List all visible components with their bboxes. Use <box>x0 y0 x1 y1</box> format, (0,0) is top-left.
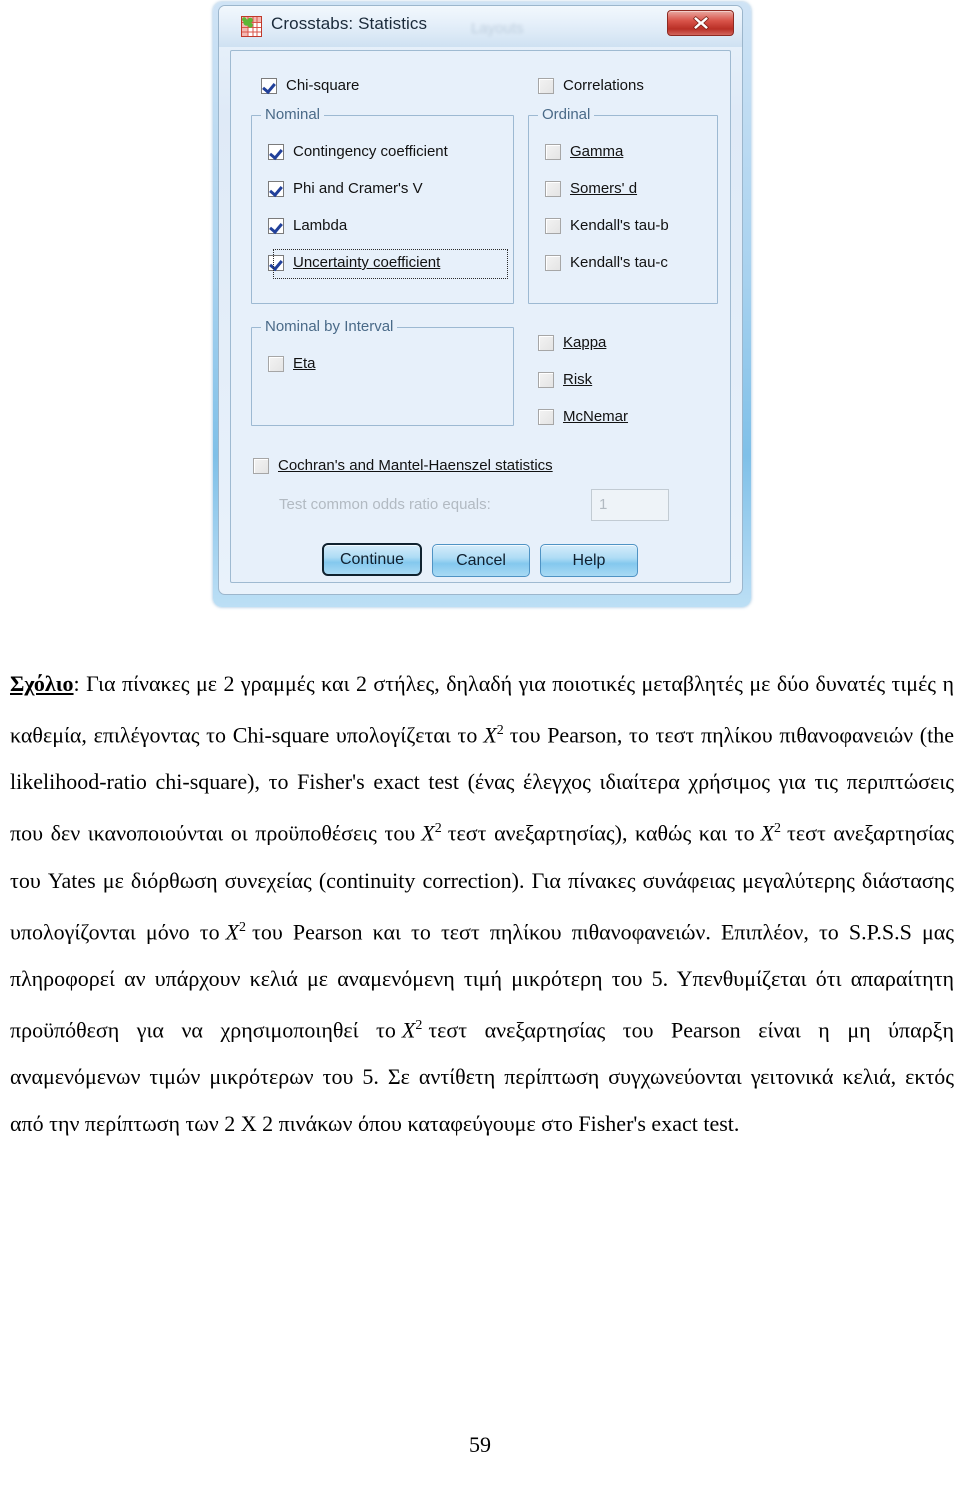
checkbox-box-unchecked <box>253 458 269 475</box>
checkbox-box-unchecked <box>538 335 554 352</box>
page-number: 59 <box>469 1432 491 1457</box>
math-exponent-5: 2 <box>415 1017 423 1033</box>
checkbox-box-unchecked <box>538 78 554 95</box>
checkbox-correlations[interactable]: Correlations <box>538 77 644 95</box>
group-ordinal-title: Ordinal <box>538 106 595 123</box>
dialog-title: Crosstabs: Statistics <box>271 14 428 33</box>
checkbox-lambda[interactable]: Lambda <box>268 217 348 235</box>
cancel-button[interactable]: Cancel <box>432 544 530 577</box>
dialog-title-ghost-artifact: Layouts <box>471 20 524 37</box>
dialog-body: Chi-square Correlations Nominal Continge… <box>230 50 731 583</box>
checkbox-label: Eta <box>293 355 316 373</box>
checkbox-label: McNemar <box>563 408 629 426</box>
checkbox-box-unchecked <box>545 181 561 198</box>
checkbox-box-checked <box>268 218 284 235</box>
group-nominal: Nominal Contingency coefficient Phi and … <box>251 106 514 304</box>
checkbox-label: Uncertainty coefficient <box>293 254 441 272</box>
checkbox-label: Cochran's and Mantel-Haenszel statistics <box>278 457 553 475</box>
paragraph-label: Σχόλιο <box>10 671 74 696</box>
checkbox-box-checked <box>268 181 284 198</box>
checkbox-label: Contingency coefficient <box>293 143 448 161</box>
checkbox-box-unchecked <box>545 144 561 161</box>
checkbox-box-unchecked <box>545 255 561 272</box>
checkbox-label: Risk <box>563 371 593 389</box>
checkbox-uncertainty-coefficient[interactable]: Uncertainty coefficient <box>268 254 441 272</box>
math-variable-4: X <box>225 918 240 944</box>
checkbox-box-checked <box>268 144 284 161</box>
checkbox-box-checked <box>268 255 284 272</box>
math-exponent-3: 2 <box>774 821 782 837</box>
checkbox-box-unchecked <box>545 218 561 235</box>
checkbox-phi-and-cramers-v[interactable]: Phi and Cramer's V <box>268 180 423 198</box>
paragraph-commentary: Σχόλιο: Για πίνακες με 2 γραμμές και 2 σ… <box>10 660 954 1147</box>
continue-button[interactable]: Continue <box>322 543 422 576</box>
math-variable-5: X <box>401 1017 416 1043</box>
checkbox-gamma[interactable]: Gamma <box>545 143 624 161</box>
checkbox-label: Chi-square <box>286 77 360 95</box>
dialog-frame: Crosstabs: Statistics Layouts Chi-square… <box>218 5 743 595</box>
checkbox-box-checked <box>261 78 277 95</box>
checkbox-kendalls-tau-c[interactable]: Kendall's tau-c <box>545 254 668 272</box>
checkbox-box-unchecked <box>538 409 554 426</box>
math-exponent-4: 2 <box>239 919 247 935</box>
checkbox-eta[interactable]: Eta <box>268 355 316 373</box>
checkbox-kendalls-tau-b[interactable]: Kendall's tau-b <box>545 217 669 235</box>
group-nominal-by-interval-title: Nominal by Interval <box>261 318 398 335</box>
group-ordinal: Ordinal Gamma Somers' d Kendall's tau-b … <box>528 106 718 304</box>
dialog-titlebar[interactable]: Crosstabs: Statistics Layouts <box>219 6 742 47</box>
checkbox-label: Lambda <box>293 217 348 235</box>
checkbox-contingency-coefficient[interactable]: Contingency coefficient <box>268 143 448 161</box>
checkbox-mcnemar[interactable]: McNemar <box>538 408 629 426</box>
text-run-3: τεστ ανεξαρτησίας), καθώς και το <box>447 820 755 846</box>
math-variable-2: X <box>421 820 435 846</box>
checkbox-risk[interactable]: Risk <box>538 371 593 389</box>
checkbox-label: Correlations <box>563 77 644 95</box>
checkbox-label: Kendall's tau-b <box>570 217 669 235</box>
checkbox-box-unchecked <box>268 356 284 373</box>
checkbox-kappa[interactable]: Kappa <box>538 334 607 352</box>
checkbox-somers-d[interactable]: Somers' d <box>545 180 638 198</box>
checkbox-cochran-mantel-haenszel[interactable]: Cochran's and Mantel-Haenszel statistics <box>253 457 553 475</box>
group-nominal-title: Nominal <box>261 106 325 123</box>
math-variable-3: X <box>760 820 775 846</box>
help-button[interactable]: Help <box>540 544 638 577</box>
checkbox-label: Gamma <box>570 143 624 161</box>
checkbox-chi-square[interactable]: Chi-square <box>261 77 360 95</box>
math-exponent-1: 2 <box>496 723 504 738</box>
group-nominal-by-interval: Nominal by Interval Eta <box>251 318 514 426</box>
crosstabs-table-icon <box>241 16 262 37</box>
math-variable-1: X <box>483 722 497 748</box>
odds-ratio-label: Test common odds ratio equals: <box>279 496 491 513</box>
checkbox-label: Kappa <box>563 334 607 352</box>
crosstabs-statistics-dialog: Crosstabs: Statistics Layouts Chi-square… <box>213 2 751 607</box>
math-exponent-2: 2 <box>434 821 442 837</box>
checkbox-label: Phi and Cramer's V <box>293 180 423 198</box>
checkbox-box-unchecked <box>538 372 554 389</box>
checkbox-label: Somers' d <box>570 180 638 198</box>
document-body-text: Σχόλιο: Για πίνακες με 2 γραμμές και 2 σ… <box>10 660 954 1147</box>
close-icon[interactable] <box>667 10 734 36</box>
checkbox-label: Kendall's tau-c <box>570 254 668 272</box>
odds-ratio-input[interactable]: 1 <box>591 489 669 521</box>
